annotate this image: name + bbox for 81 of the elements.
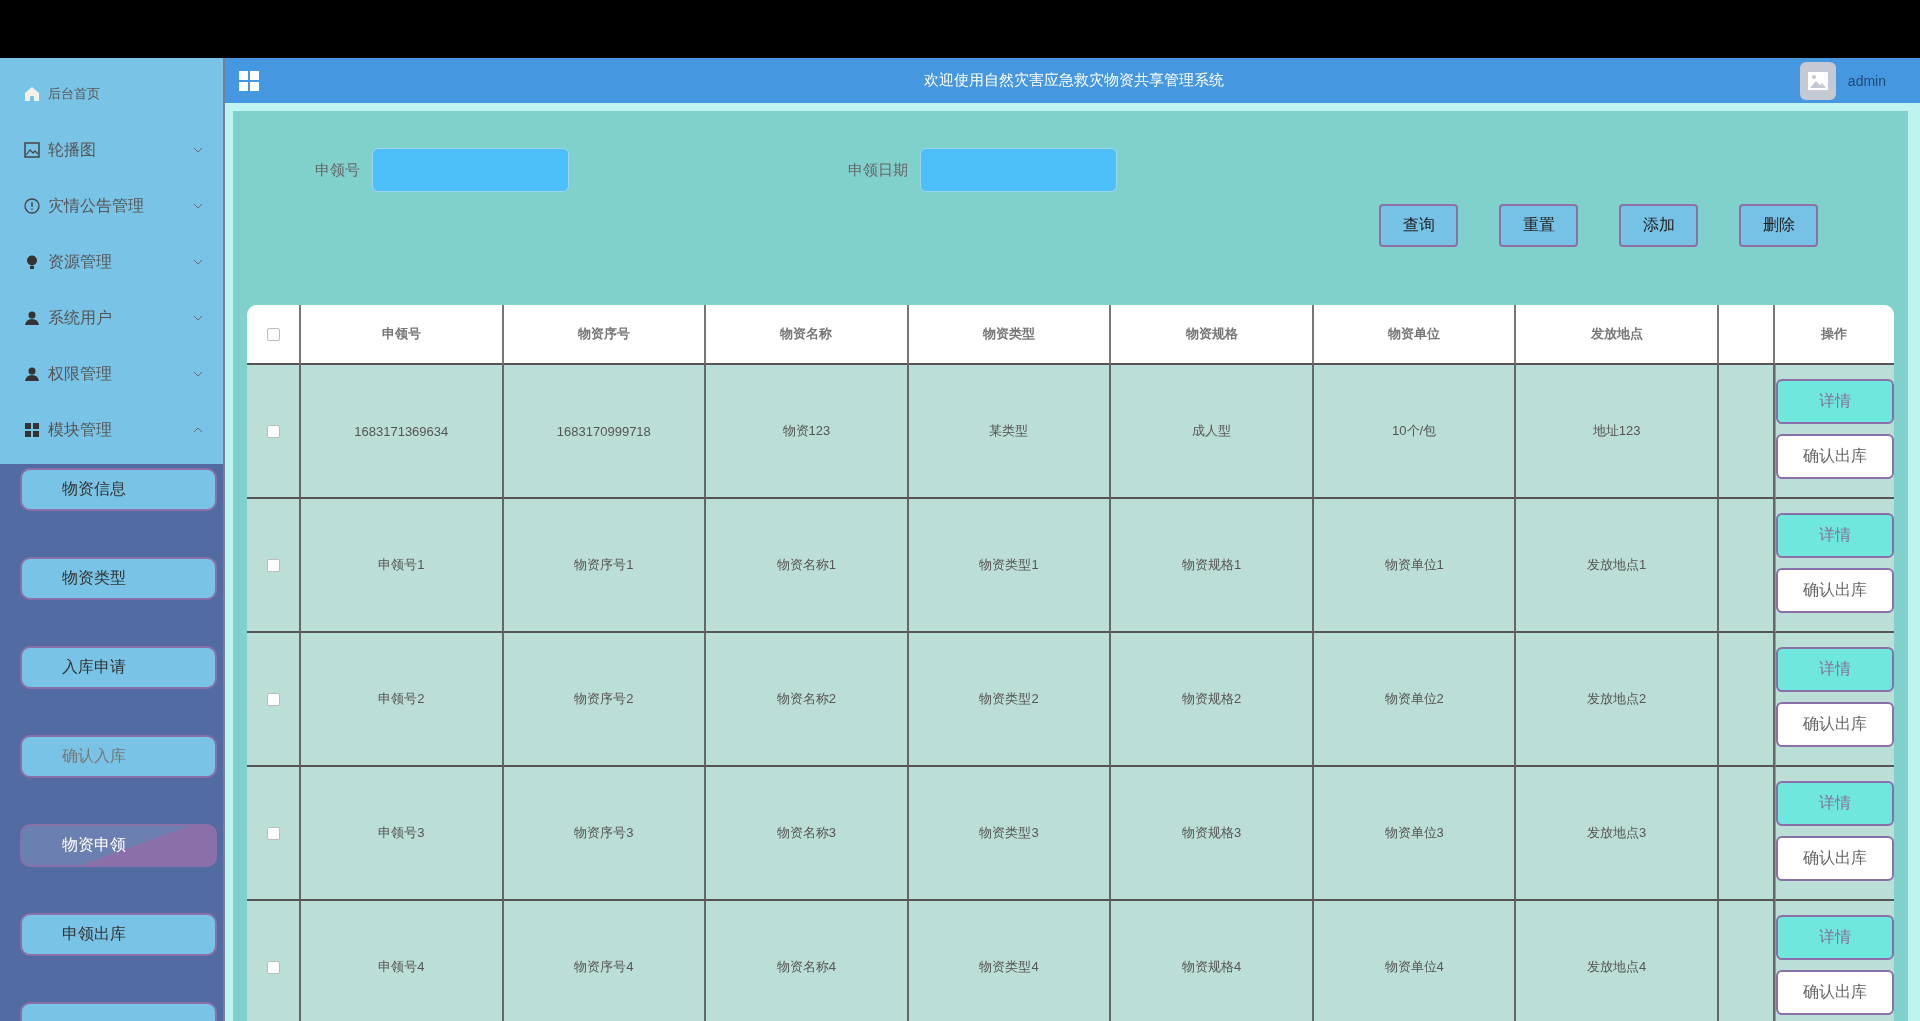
menu-label: 资源管理 — [48, 251, 113, 272]
table-cell: 申领号2 — [378, 690, 425, 708]
nav-button[interactable]: 入库申请 — [20, 646, 217, 689]
table-cell: 申领号4 — [378, 958, 425, 976]
column-header: 发放地点 — [1590, 325, 1643, 343]
field-label: 申领号 — [315, 160, 360, 180]
action-button[interactable]: 删除 — [1739, 204, 1818, 247]
confirm-button[interactable]: 确认出库 — [1776, 568, 1894, 613]
action-button[interactable]: 添加 — [1619, 204, 1698, 247]
table-cell: 物资名称3 — [776, 824, 837, 842]
user-name[interactable]: admin — [1847, 72, 1886, 89]
action-button[interactable]: 查询 — [1379, 204, 1458, 247]
table-cell: 1683170999718 — [556, 423, 651, 439]
table-cell: 发放地点1 — [1587, 556, 1647, 574]
action-button[interactable]: 重置 — [1499, 204, 1578, 247]
table-cell: 发放地点2 — [1587, 690, 1647, 708]
table-cell: 物资类型3 — [979, 824, 1039, 842]
nav-button[interactable]: 物资申领 — [20, 824, 217, 867]
menu-label: 权限管理 — [48, 363, 113, 384]
table-cell: 物资序号4 — [574, 958, 634, 976]
menu-item[interactable]: 模块管理 — [0, 402, 223, 458]
menu-label: 灾情公告管理 — [48, 195, 145, 216]
table-cell: 物资名称2 — [776, 690, 837, 708]
column-header: 物资类型 — [983, 325, 1035, 343]
confirm-button[interactable]: 确认出库 — [1776, 702, 1894, 747]
menu-label: 系统用户 — [48, 307, 113, 328]
table-cell: 1683171369634 — [354, 423, 449, 439]
table-cell: 物资类型2 — [979, 690, 1039, 708]
table-cell: 物资123 — [782, 422, 831, 440]
column-header: 物资单位 — [1388, 325, 1441, 343]
column-header: 物资序号 — [577, 325, 630, 343]
column-header: 物资规格 — [1185, 325, 1238, 343]
column-header: 物资名称 — [780, 325, 833, 343]
table-cell: 物资名称4 — [776, 958, 837, 976]
table-cell: 物资规格4 — [1181, 958, 1242, 976]
nav-button[interactable]: 确认入库 — [20, 735, 217, 778]
menu-item[interactable]: 灾情公告管理 — [0, 178, 223, 234]
table-cell: 某类型 — [989, 422, 1029, 440]
table-cell: 10个/包 — [1392, 422, 1437, 440]
menu-label: 模块管理 — [48, 419, 113, 440]
table-cell: 物资类型4 — [979, 958, 1039, 976]
confirm-button[interactable]: 确认出库 — [1776, 434, 1894, 479]
menu-item[interactable]: 资源管理 — [0, 234, 223, 290]
nav-button[interactable]: 申领出库 — [20, 913, 217, 956]
menu-item[interactable]: 系统用户 — [0, 290, 223, 346]
menu-label: 后台首页 — [48, 85, 101, 103]
table-cell: 地址123 — [1592, 422, 1641, 440]
table-cell: 物资序号1 — [574, 556, 634, 574]
table-cell: 物资单位4 — [1384, 958, 1444, 976]
table-cell: 成人型 — [1192, 422, 1232, 440]
field-label: 申领日期 — [848, 160, 908, 180]
table-cell: 申领号3 — [378, 824, 425, 842]
column-header: 操作 — [1821, 325, 1848, 343]
confirm-button[interactable]: 确认出库 — [1776, 836, 1894, 881]
table-cell: 物资序号2 — [574, 690, 634, 708]
table-cell: 物资单位1 — [1384, 556, 1444, 574]
nav-button[interactable]: 物资信息 — [20, 468, 217, 511]
table-cell: 物资名称1 — [776, 556, 837, 574]
detail-button[interactable]: 详情 — [1776, 915, 1894, 960]
nav-button[interactable]: 物资类型 — [20, 557, 217, 600]
table-cell: 发放地点3 — [1587, 824, 1647, 842]
table-cell: 物资类型1 — [979, 556, 1039, 574]
table-cell: 物资规格3 — [1181, 824, 1242, 842]
table-cell: 发放地点4 — [1587, 958, 1647, 976]
confirm-button[interactable]: 确认出库 — [1776, 970, 1894, 1015]
menu-item[interactable]: 轮播图 — [0, 122, 223, 178]
menu-item[interactable]: 权限管理 — [0, 346, 223, 402]
table-cell: 物资规格2 — [1181, 690, 1242, 708]
detail-button[interactable]: 详情 — [1776, 781, 1894, 826]
menu-item[interactable]: 后台首页 — [0, 66, 223, 122]
detail-button[interactable]: 详情 — [1776, 513, 1894, 558]
menu-label: 轮播图 — [48, 139, 97, 160]
table-cell: 物资单位2 — [1384, 690, 1444, 708]
table-cell: 申领号1 — [378, 556, 425, 574]
detail-button[interactable]: 详情 — [1776, 379, 1894, 424]
table-cell: 物资单位3 — [1384, 824, 1444, 842]
table-cell: 物资规格1 — [1181, 556, 1242, 574]
detail-button[interactable]: 详情 — [1776, 647, 1894, 692]
table-cell: 物资序号3 — [574, 824, 634, 842]
column-header: 申领号 — [381, 325, 421, 343]
window-title: 欢迎使用自然灾害应急救灾物资共享管理系统 — [923, 71, 1226, 90]
